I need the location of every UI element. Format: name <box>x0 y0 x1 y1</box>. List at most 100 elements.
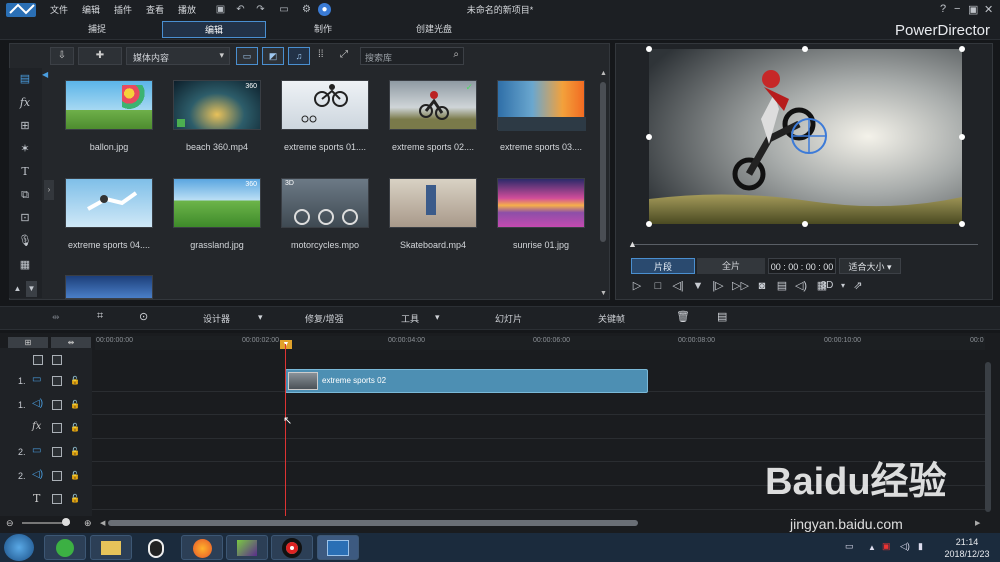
speaker-icon[interactable]: ◁) <box>900 541 910 552</box>
network-icon[interactable]: ▮ <box>918 541 923 552</box>
play-icon[interactable]: ▷ <box>630 279 644 293</box>
playhead-line[interactable] <box>285 344 286 516</box>
resize-handle[interactable] <box>646 134 652 140</box>
media-thumbnail[interactable]: 3D <box>281 178 369 228</box>
movie-mode-button[interactable]: 全片 <box>697 258 765 274</box>
crop-icon[interactable]: ⌗ <box>97 310 103 323</box>
resize-handle[interactable] <box>959 134 965 140</box>
media-thumbnail[interactable] <box>65 178 153 228</box>
clip-mode-button[interactable]: 片段 <box>631 258 695 274</box>
scroll-right-icon[interactable]: ▶ <box>975 519 980 527</box>
lock-icon[interactable]: 🔓 <box>70 447 80 456</box>
zoom-fit-dropdown[interactable]: 适合大小 ▾ <box>839 258 901 274</box>
scroll-up-icon[interactable]: ▲ <box>12 281 23 297</box>
zoom-out-icon[interactable]: ⊖ <box>6 518 14 529</box>
undock-icon[interactable]: ⇗ <box>851 279 865 293</box>
media-thumbnail[interactable]: 360 <box>173 178 261 228</box>
keyboard-icon[interactable]: ▭ <box>845 541 854 552</box>
keyframe-button[interactable]: 关键帧 <box>598 312 625 325</box>
enable-all-checkbox[interactable] <box>52 355 62 365</box>
menu-edit[interactable]: 编辑 <box>82 3 100 16</box>
playhead-marker-icon[interactable]: ▼ <box>280 340 292 349</box>
resize-handle[interactable] <box>646 221 652 227</box>
menu-plugins[interactable]: 插件 <box>114 3 132 16</box>
mode-3d-button[interactable]: 3D <box>816 279 838 293</box>
notes-icon[interactable]: ▤ <box>717 310 727 323</box>
resize-handle[interactable] <box>959 46 965 52</box>
particle-room-icon[interactable]: ✶ <box>16 141 34 157</box>
close-icon[interactable]: ✕ <box>984 3 993 16</box>
media-thumbnail[interactable] <box>65 275 153 299</box>
title-room-icon[interactable]: T <box>16 164 34 180</box>
scrubber-handle-icon[interactable]: ▲ <box>628 239 637 249</box>
taskbar-app-firefox[interactable] <box>181 535 223 560</box>
taskbar-app-powerdirector[interactable] <box>317 535 359 560</box>
timecode-field[interactable]: 00 : 00 : 00 : 00 <box>768 258 836 274</box>
plugins-button[interactable]: ✚ <box>78 47 122 65</box>
tools-button[interactable]: 工具 <box>401 312 419 325</box>
fx-room-icon[interactable]: fx <box>16 95 34 111</box>
upgrade-icon[interactable]: ● <box>318 3 331 16</box>
slideshow-button[interactable]: 幻灯片 <box>495 312 522 325</box>
media-thumbnail[interactable] <box>389 178 477 228</box>
resize-handle[interactable] <box>802 46 808 52</box>
tab-create-disc[interactable]: 创建光盘 <box>382 21 486 38</box>
media-thumbnail[interactable]: ✓ <box>389 80 477 130</box>
minimize-icon[interactable]: − <box>954 3 960 15</box>
timeline-vscroll[interactable] <box>985 362 991 512</box>
tab-edit[interactable]: 编辑 <box>162 21 266 38</box>
lock-icon[interactable]: 🔓 <box>70 494 80 503</box>
taskbar-app-explorer[interactable] <box>90 535 132 560</box>
designer-button[interactable]: 设计器 <box>203 312 230 325</box>
filter-audio-button[interactable]: ♫ <box>288 47 310 65</box>
taskbar-app-recorder[interactable] <box>271 535 313 560</box>
taskbar-app-media[interactable] <box>226 535 268 560</box>
menu-playback[interactable]: 播放 <box>178 3 196 16</box>
previous-frame-icon[interactable]: ◁| <box>671 279 685 293</box>
track-enable-checkbox[interactable] <box>52 447 62 457</box>
undo-icon[interactable]: ↶ <box>234 3 247 16</box>
scroll-up-arrow-icon[interactable]: ▲ <box>600 70 607 77</box>
timeline-hscroll[interactable] <box>108 520 638 526</box>
fullscreen-icon[interactable]: ⤢ <box>340 49 348 60</box>
start-button[interactable] <box>4 534 34 561</box>
media-thumbnail[interactable] <box>65 80 153 130</box>
scroll-left-icon[interactable]: ◀ <box>100 519 105 527</box>
menu-file[interactable]: 文件 <box>50 3 68 16</box>
security-icon[interactable]: ▣ <box>882 541 891 552</box>
chevron-down-icon[interactable]: ▾ <box>836 279 850 293</box>
chapter-room-icon[interactable]: ▦ <box>16 257 34 273</box>
tray-expand-icon[interactable]: ▲ <box>868 543 876 552</box>
track-enable-checkbox[interactable] <box>52 423 62 433</box>
filter-video-button[interactable]: ▭ <box>236 47 258 65</box>
resize-handle[interactable] <box>646 46 652 52</box>
media-thumbnail[interactable] <box>281 80 369 130</box>
media-thumbnail[interactable] <box>497 178 585 228</box>
filter-image-button[interactable]: ◩ <box>262 47 284 65</box>
clock-date[interactable]: 2018/12/23 <box>940 549 994 559</box>
lock-icon[interactable]: 🔓 <box>70 471 80 480</box>
audio-mixer-icon[interactable]: ⊡ <box>16 210 34 226</box>
snapshot-icon[interactable]: ◙ <box>755 279 769 293</box>
aspect-ratio-icon[interactable]: ▭ <box>274 3 294 16</box>
media-room-icon[interactable]: ▤ <box>16 71 34 87</box>
transition-room-icon[interactable]: ⧉ <box>16 187 34 203</box>
chevron-down-icon[interactable]: ▾ <box>435 312 440 323</box>
fix-enhance-button[interactable]: 修复/增强 <box>305 312 344 325</box>
split-icon[interactable]: ▼ <box>691 279 705 293</box>
more-options-icon[interactable]: ⊙ <box>139 310 148 323</box>
next-frame-icon[interactable]: |▷ <box>711 279 725 293</box>
search-library-field[interactable]: 搜索库 ⌕ <box>360 47 464 65</box>
volume-icon[interactable]: ◁) <box>794 279 808 293</box>
preview-canvas[interactable] <box>649 49 962 224</box>
zoom-in-icon[interactable]: ⊕ <box>84 518 92 529</box>
lock-icon[interactable]: 🔓 <box>70 400 80 409</box>
all-tracks-icon[interactable] <box>33 355 43 365</box>
taskbar-app-browser[interactable] <box>44 535 86 560</box>
pip-room-icon[interactable]: ⊞ <box>16 118 34 134</box>
scroll-down-arrow-icon[interactable]: ▼ <box>600 290 607 297</box>
tab-capture[interactable]: 捕捉 <box>45 21 149 38</box>
library-scrollbar[interactable] <box>600 82 606 242</box>
restore-icon[interactable]: ▣ <box>968 3 978 16</box>
import-media-button[interactable]: ⇩ <box>50 47 74 65</box>
